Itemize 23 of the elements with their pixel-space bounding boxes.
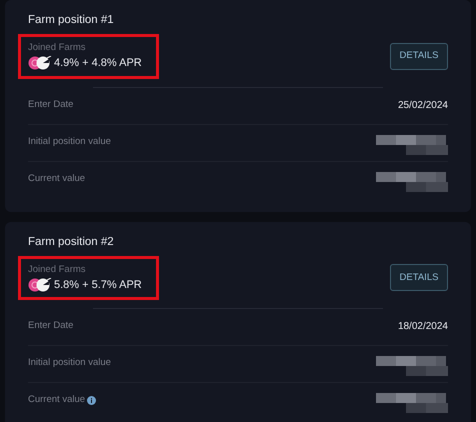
card-title: Farm position #2 bbox=[28, 234, 115, 250]
token-pair-icon bbox=[28, 278, 52, 292]
details-button[interactable]: DETAILS bbox=[390, 42, 448, 70]
row-value: 25/02/2024 bbox=[398, 98, 448, 112]
row-label: Enter Date bbox=[28, 319, 74, 333]
row-label: Current value bbox=[28, 172, 86, 186]
details-button[interactable]: DETAILS bbox=[390, 264, 448, 292]
token-pair-icon bbox=[28, 56, 52, 70]
apr-value: 4.9% + 4.8% APR bbox=[54, 56, 142, 71]
blurred-value bbox=[376, 356, 448, 376]
row-value: 18/02/2024 bbox=[398, 320, 448, 334]
row-label: Current value bbox=[28, 393, 86, 407]
blurred-value bbox=[376, 134, 448, 154]
joined-farms-label: Joined Farms bbox=[28, 262, 87, 276]
row-label: Enter Date bbox=[28, 98, 74, 112]
info-icon[interactable] bbox=[87, 396, 96, 405]
blurred-value bbox=[376, 172, 448, 192]
row-label: Initial position value bbox=[28, 356, 111, 370]
blurred-value bbox=[376, 393, 448, 413]
apr-value: 5.8% + 5.7% APR bbox=[54, 278, 142, 292]
joined-farms-label: Joined Farms bbox=[28, 41, 87, 54]
card-title: Farm position #1 bbox=[28, 13, 115, 28]
row-label: Initial position value bbox=[28, 134, 111, 148]
